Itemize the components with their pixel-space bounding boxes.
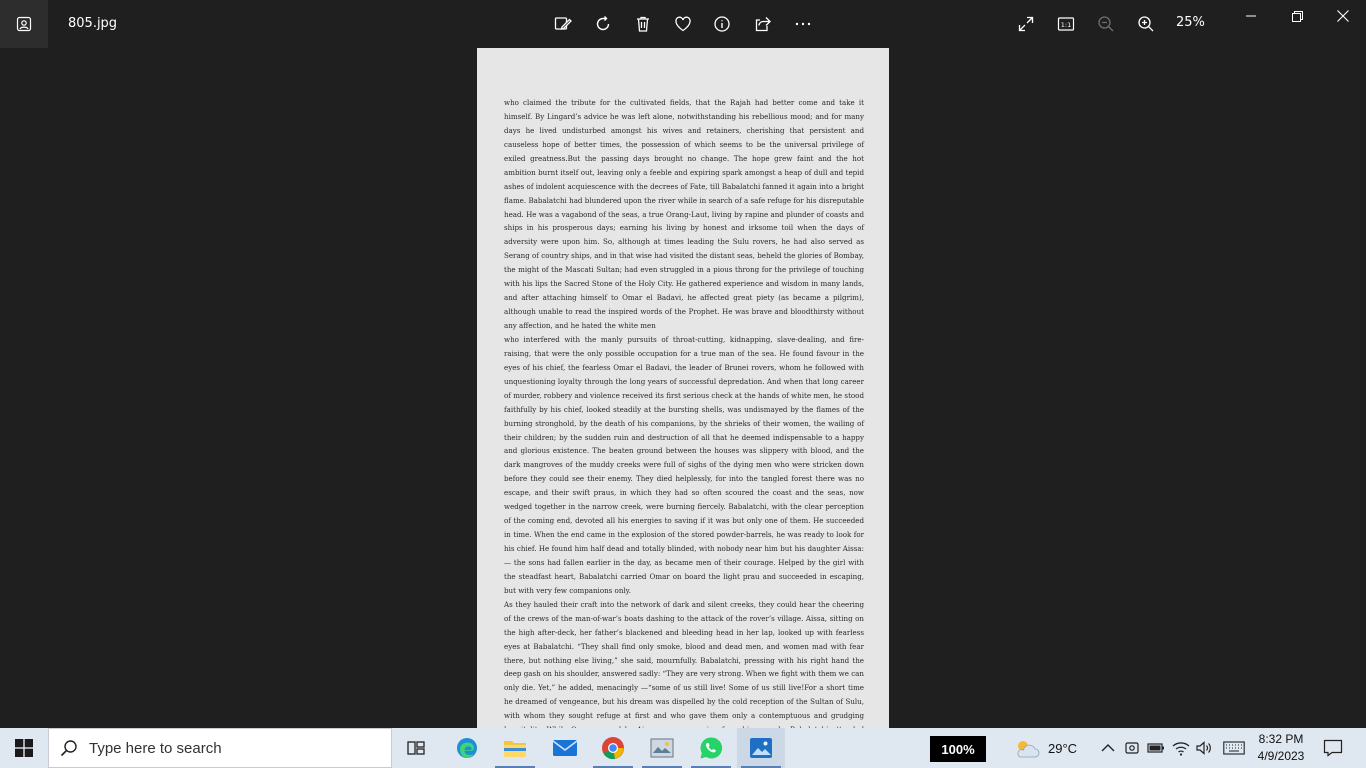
notification-center-icon[interactable] xyxy=(1322,738,1344,758)
file-explorer-icon[interactable] xyxy=(491,728,539,768)
taskbar-search-box[interactable]: Type here to search xyxy=(48,728,392,768)
task-view-icon[interactable] xyxy=(392,728,440,768)
weather-temperature: 29°C xyxy=(1048,740,1078,756)
zoom-level[interactable]: 25% xyxy=(1176,15,1205,30)
more-icon[interactable] xyxy=(789,10,817,38)
volume-percent-badge: 100% xyxy=(930,736,986,762)
search-icon xyxy=(49,739,89,757)
rotate-icon[interactable] xyxy=(589,10,617,38)
title-bar: 805.jpg 1:1 25% xyxy=(0,0,1366,48)
delete-icon[interactable] xyxy=(629,10,657,38)
document-image[interactable]: who claimed the tribute for the cultivat… xyxy=(477,48,889,728)
battery-icon[interactable] xyxy=(1146,738,1166,758)
system-clock[interactable]: 8:32 PM 4/9/2023 xyxy=(1248,731,1314,765)
info-icon[interactable] xyxy=(708,10,736,38)
clock-time: 8:32 PM xyxy=(1258,732,1304,746)
restore-icon[interactable] xyxy=(1274,0,1320,32)
weather-icon xyxy=(1017,741,1040,758)
windows-start-icon[interactable] xyxy=(0,728,48,768)
minimize-icon[interactable] xyxy=(1228,0,1274,32)
close-icon[interactable] xyxy=(1320,0,1366,32)
share-icon[interactable] xyxy=(749,10,777,38)
zoom-in-icon[interactable] xyxy=(1132,10,1160,38)
mail-icon[interactable] xyxy=(541,728,589,768)
paragraph-1: who claimed the tribute for the cultivat… xyxy=(504,98,864,330)
file-name: 805.jpg xyxy=(68,16,118,31)
favorite-icon[interactable] xyxy=(669,10,697,38)
clock-date: 4/9/2023 xyxy=(1257,749,1305,763)
paragraph-2: who interfered with the manly pursuits o… xyxy=(504,334,864,595)
keyboard-icon[interactable] xyxy=(1222,738,1246,758)
whatsapp-icon[interactable] xyxy=(687,728,735,768)
search-placeholder: Type here to search xyxy=(89,739,222,757)
svg-text:1:1: 1:1 xyxy=(1061,21,1071,29)
meet-now-icon[interactable] xyxy=(1122,738,1142,758)
photos-icon[interactable] xyxy=(737,728,785,768)
edge-icon[interactable] xyxy=(443,728,491,768)
fullscreen-icon[interactable] xyxy=(1012,10,1040,38)
weather-widget[interactable]: 29°C xyxy=(1012,728,1077,768)
show-hidden-icons-icon[interactable] xyxy=(1098,738,1118,758)
photos-gallery-icon[interactable] xyxy=(638,728,686,768)
wifi-icon[interactable] xyxy=(1171,738,1191,758)
taskbar: Type here to search 100% 29°C 8:32 PM 4/… xyxy=(0,728,1366,768)
volume-icon[interactable] xyxy=(1194,738,1214,758)
photos-app-icon[interactable] xyxy=(0,0,48,48)
paragraph-3: As they hauled their craft into the netw… xyxy=(504,599,864,728)
edit-image-icon[interactable] xyxy=(549,10,577,38)
document-text: who claimed the tribute for the cultivat… xyxy=(504,96,864,728)
photos-app-window: 805.jpg 1:1 25% who claimed the tribute … xyxy=(0,0,1366,768)
chrome-icon[interactable] xyxy=(589,728,637,768)
actual-size-icon[interactable]: 1:1 xyxy=(1052,10,1080,38)
zoom-out-icon[interactable] xyxy=(1092,10,1120,38)
